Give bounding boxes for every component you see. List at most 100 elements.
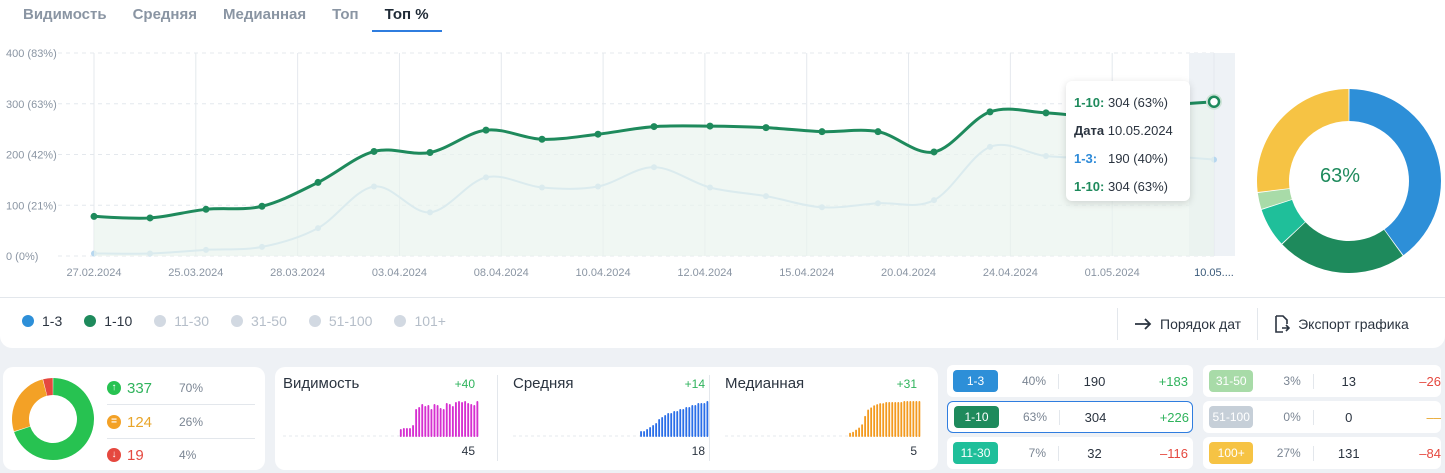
legend-dot — [231, 315, 244, 327]
position-row-100-plus[interactable]: 100+ 27% 131 –84 — [1203, 437, 1441, 469]
sparkline-bar — [640, 431, 642, 437]
sparkline-bar — [455, 402, 457, 437]
data-point-1-10[interactable] — [426, 148, 434, 156]
data-point-1-10[interactable] — [986, 108, 994, 116]
data-point-1-10[interactable] — [202, 205, 210, 213]
metric-average[interactable]: Средняя +14 18 — [505, 367, 713, 470]
position-value: 131 — [1312, 445, 1384, 461]
sparkline-bar — [858, 427, 860, 437]
position-badge: 31-50 — [1209, 370, 1254, 392]
x-tick-label: 24.04.2024 — [983, 267, 1038, 279]
export-chart-button[interactable]: Экспорт графика — [1257, 308, 1425, 340]
data-point-1-10[interactable] — [146, 214, 154, 222]
x-tick-label: 27.02.2024 — [66, 267, 121, 279]
metric-visibility[interactable]: Видимость +40 45 — [275, 367, 483, 470]
sparkline-bar — [430, 409, 433, 437]
legend-label: 1-10 — [104, 313, 133, 329]
sparkline-bar — [436, 405, 439, 437]
data-point-1-10[interactable] — [538, 135, 546, 143]
position-row-1-10[interactable]: 1-10 63% 304 +226 — [947, 401, 1193, 433]
tooltip-date-label: Дата — [1074, 123, 1105, 138]
position-delta: –26 — [1419, 373, 1441, 389]
metric-sparkline — [283, 401, 479, 437]
chart-actions: Порядок дат Экспорт графика — [1117, 308, 1425, 340]
data-point-1-10[interactable] — [90, 212, 98, 220]
sparkline-bar — [891, 402, 894, 437]
sparkline-bar — [879, 403, 882, 437]
divider — [0, 297, 1445, 298]
data-point-1-10[interactable] — [818, 128, 826, 136]
sparkline-bar — [670, 413, 673, 437]
metrics-card: Видимость +40 45 Средняя +14 18 Медианна… — [275, 367, 938, 470]
sparkline-bar — [703, 403, 706, 437]
sparkline-bar — [855, 429, 857, 437]
metric-delta: +31 — [896, 377, 917, 391]
legend-label: 1-3 — [42, 313, 63, 329]
positions-table-left: 1-3 40% 190 +183 1-10 63% 304 +226 11-30… — [947, 365, 1193, 470]
y-tick-label: 100 (21%) — [6, 200, 57, 212]
sparkline-bar — [673, 411, 676, 437]
legend-item-31-50[interactable]: 31-50 — [231, 313, 287, 329]
data-point-1-10[interactable] — [594, 130, 602, 138]
data-point-1-10[interactable] — [874, 128, 882, 136]
legend-dot — [308, 315, 321, 327]
sparkline-bar — [421, 404, 424, 437]
data-point-1-10[interactable] — [1207, 95, 1221, 108]
y-tick-label: 300 (63%) — [6, 99, 57, 111]
data-point-1-10[interactable] — [762, 124, 770, 132]
sparkline-bar — [918, 401, 921, 437]
dist-down-value: 19 — [127, 446, 144, 464]
sparkline-bar — [412, 425, 414, 437]
sparkline-bar — [476, 401, 479, 437]
position-delta: –– — [1426, 409, 1441, 425]
x-tick-label: 03.04.2024 — [372, 267, 427, 279]
x-tick-label: 01.05.2024 — [1085, 267, 1140, 279]
data-point-1-10[interactable] — [258, 202, 266, 210]
legend-item-1-3[interactable]: 1-3 — [22, 313, 62, 329]
metric-median[interactable]: Медианная +31 5 — [717, 367, 925, 470]
sparkline-bar — [894, 402, 897, 437]
legend-item-51-100[interactable]: 51-100 — [308, 313, 372, 329]
data-point-1-10[interactable] — [650, 123, 658, 131]
tab-average[interactable]: Средняя — [120, 0, 210, 32]
dist-up-value: 337 — [127, 379, 153, 397]
position-percent: 27% — [1276, 446, 1301, 460]
data-point-1-10[interactable] — [1042, 109, 1050, 117]
data-point-1-10[interactable] — [482, 126, 490, 134]
x-tick-label: 10.04.2024 — [576, 267, 631, 279]
data-point-1-10[interactable] — [930, 148, 938, 156]
tab-median[interactable]: Медианная — [210, 0, 319, 32]
donut-segment[interactable] — [1282, 222, 1403, 273]
dist-same-percent: 26% — [179, 415, 204, 429]
sparkline-bar — [467, 403, 470, 437]
position-percent: 3% — [1283, 374, 1301, 388]
tab-top-percent[interactable]: Топ % — [371, 0, 442, 32]
position-row-51-100[interactable]: 51-100 0% 0 –– — [1203, 401, 1441, 433]
y-tick-label: 200 (42%) — [6, 150, 57, 162]
x-tick-label: 25.03.2024 — [168, 267, 223, 279]
sparkline-bar — [409, 428, 411, 437]
sparkline-bar — [433, 404, 436, 437]
sparkline-bar — [658, 419, 661, 437]
position-row-31-50[interactable]: 31-50 3% 13 –26 — [1203, 365, 1441, 397]
position-row-11-30[interactable]: 11-30 7% 32 –116 — [947, 437, 1193, 469]
sparkline-bar — [424, 406, 427, 437]
date-order-button[interactable]: Порядок дат — [1117, 308, 1257, 340]
data-point-1-10[interactable] — [706, 122, 714, 130]
sparkline-bar — [852, 431, 854, 437]
legend-item-101-plus[interactable]: 101+ — [394, 313, 446, 329]
line-chart-svg: 0 (0%) 100 (21%) 200 (42%) 300 (63%) 400 (83… — [6, 48, 1235, 279]
position-row-1-3[interactable]: 1-3 40% 190 +183 — [947, 365, 1193, 397]
tooltip-r1-label: 1-3: — [1074, 151, 1098, 166]
data-point-1-10[interactable] — [370, 147, 378, 155]
data-point-1-10[interactable] — [314, 178, 322, 186]
tab-top[interactable]: Топ — [319, 0, 371, 32]
legend-item-1-10[interactable]: 1-10 — [84, 313, 132, 329]
legend-item-11-30[interactable]: 11-30 — [154, 313, 209, 329]
sparkline-bar — [646, 429, 648, 437]
chart-tooltip: 1-10: 304 (63%) Дата 10.05.2024 1-3: 190… — [1066, 81, 1190, 201]
metric-sparkline — [725, 401, 921, 437]
sparkline-bar — [406, 428, 408, 437]
tab-visibility[interactable]: Видимость — [10, 0, 120, 32]
y-tick-label: 0 (0%) — [6, 251, 38, 263]
